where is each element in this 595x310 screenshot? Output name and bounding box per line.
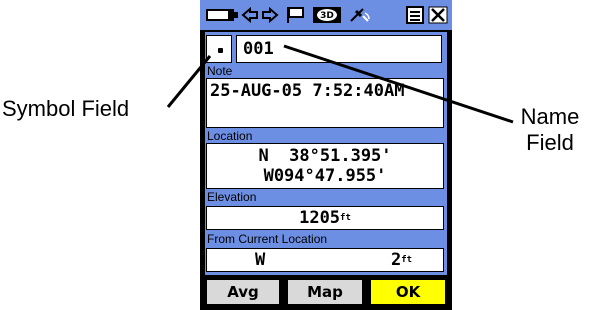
flag-icon — [287, 7, 304, 23]
name-field[interactable]: 001 — [236, 35, 442, 63]
location-field[interactable]: N 38°51.395' W094°47.955' — [206, 143, 444, 189]
waypoint-name: 001 — [243, 39, 274, 59]
distance-unit: ft — [401, 255, 413, 265]
backlight-icon — [241, 6, 279, 24]
svg-text:3D: 3D — [320, 11, 334, 21]
name-field-callout-line2: Field — [526, 130, 574, 155]
waypoint-screen: 3D 001 Note 25-AUG-05 7:52:40AM Location… — [200, 0, 452, 310]
latitude-text: N 38°51.395' — [258, 146, 392, 166]
ok-button[interactable]: OK — [370, 279, 446, 305]
elevation-field[interactable]: 1205ft — [206, 206, 444, 230]
satellite-icon — [350, 8, 370, 22]
waypoint-form: 001 Note 25-AUG-05 7:52:40AM Location N … — [205, 32, 447, 275]
symbol-field-callout: Symbol Field — [2, 96, 129, 122]
symbol-field[interactable] — [206, 35, 232, 63]
3d-fix-icon: 3D — [313, 7, 341, 23]
waypoint-symbol-icon — [218, 48, 223, 53]
distance-readout: 2ft — [391, 249, 412, 271]
menu-icon[interactable] — [406, 6, 424, 24]
symbol-field-callout-text: Symbol Field — [2, 96, 130, 121]
location-label: Location — [207, 129, 253, 143]
battery-icon — [206, 9, 238, 21]
distance-value: 2 — [391, 250, 402, 270]
from-current-location-label: From Current Location — [207, 232, 328, 246]
note-label: Note — [207, 64, 233, 78]
close-icon[interactable] — [428, 6, 448, 24]
map-button[interactable]: Map — [287, 279, 363, 305]
elevation-label: Elevation — [207, 190, 257, 204]
bearing-value: W — [255, 250, 266, 270]
longitude-text: W094°47.955' — [263, 166, 387, 186]
softkey-bar: Avg Map OK — [205, 279, 447, 307]
elevation-unit: ft — [340, 213, 351, 223]
name-field-callout: Name Field — [507, 104, 593, 156]
elevation-value: 1205 — [299, 208, 341, 228]
avg-button[interactable]: Avg — [206, 279, 280, 305]
from-current-location-field: W 2ft — [206, 248, 444, 272]
status-bar: 3D — [200, 0, 452, 30]
note-field[interactable]: 25-AUG-05 7:52:40AM — [206, 78, 444, 128]
note-text: 25-AUG-05 7:52:40AM — [210, 81, 405, 101]
name-field-callout-line1: Name — [520, 104, 580, 129]
